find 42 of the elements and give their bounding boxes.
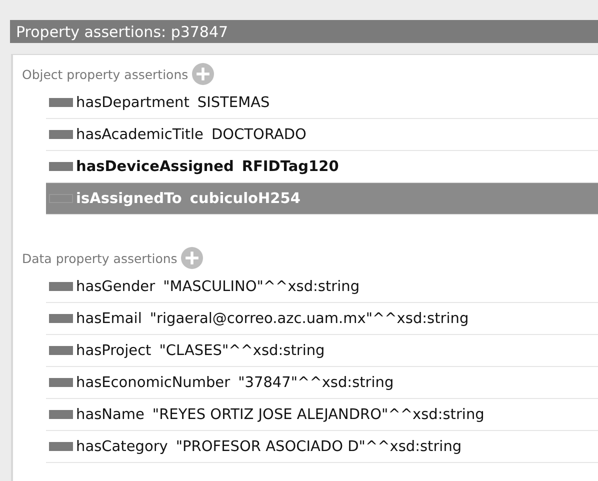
assertion-row[interactable]: hasDepartment SISTEMAS (46, 87, 598, 119)
property-name: hasGender (76, 278, 156, 294)
property-icon (49, 282, 73, 291)
property-icon (49, 346, 73, 355)
property-name: hasProject (76, 342, 152, 358)
section-title: Data property assertions (22, 250, 178, 266)
property-value: "rigaeral@correo.azc.uam.mx"^^xsd:string (150, 310, 469, 326)
property-value: DOCTORADO (211, 126, 306, 142)
property-icon (49, 378, 73, 387)
property-name: hasDepartment (76, 94, 190, 110)
assertion-row[interactable]: hasEconomicNumber "37847"^^xsd:string (46, 367, 598, 399)
property-value: "37847"^^xsd:string (238, 374, 394, 390)
property-icon (49, 162, 73, 171)
property-icon (49, 98, 73, 107)
property-name: hasCategory (76, 438, 168, 454)
property-value: SISTEMAS (197, 94, 270, 110)
add-icon[interactable] (192, 63, 214, 85)
property-name: hasDeviceAssigned (76, 158, 234, 174)
panel-title: Property assertions: p37847 (16, 22, 228, 40)
property-name: hasName (76, 406, 144, 422)
property-name: hasEconomicNumber (76, 374, 230, 390)
assertion-row[interactable]: hasEmail "rigaeral@correo.azc.uam.mx"^^xsd:string (46, 303, 598, 335)
add-icon[interactable] (181, 247, 204, 269)
property-icon (49, 410, 73, 419)
property-name: hasAcademicTitle (76, 126, 204, 142)
section-title: Object property assertions (22, 66, 188, 82)
assertion-row[interactable]: hasGender "MASCULINO"^^xsd:string (46, 271, 598, 303)
property-value: RFIDTag120 (242, 158, 339, 174)
property-value: "REYES ORTIZ JOSE ALEJANDRO"^^xsd:string (152, 406, 484, 422)
property-icon (49, 442, 73, 451)
property-icon (49, 130, 73, 139)
assertion-row[interactable]: hasProject "CLASES"^^xsd:string (46, 335, 598, 367)
assertion-row[interactable]: hasAcademicTitle DOCTORADO (46, 119, 598, 151)
property-value: "CLASES"^^xsd:string (159, 342, 325, 358)
property-name: isAssignedTo (76, 190, 182, 206)
property-icon (49, 314, 73, 323)
property-value: "PROFESOR ASOCIADO D"^^xsd:string (176, 438, 462, 454)
property-value: cubiculoH254 (190, 190, 300, 206)
assertion-row[interactable]: hasName "REYES ORTIZ JOSE ALEJANDRO"^^xsd:string (46, 399, 598, 431)
assertion-row[interactable]: hasCategory "PROFESOR ASOCIADO D"^^xsd:string (46, 431, 598, 463)
property-value: "MASCULINO"^^xsd:string (163, 278, 360, 294)
property-name: hasEmail (76, 310, 142, 326)
